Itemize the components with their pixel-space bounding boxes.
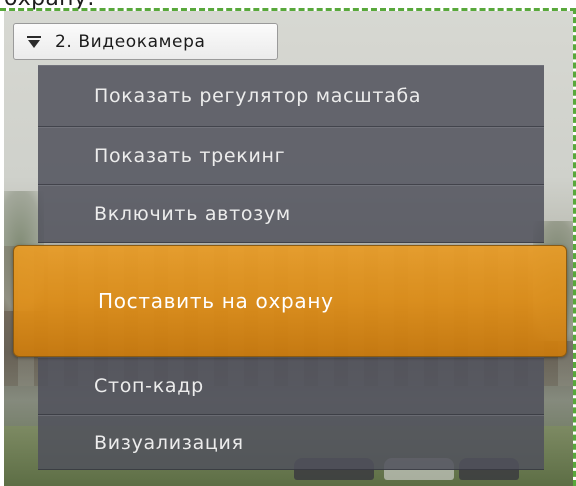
menu-item-label: Визуализация <box>94 431 244 454</box>
screenshot-stage: охрану: 2. Видеокамера Показать регулято… <box>0 0 576 486</box>
menu-item-visualization[interactable]: Визуализация <box>38 415 544 470</box>
menu-item-show-tracking[interactable]: Показать трекинг <box>38 127 544 185</box>
menu-item-freeze-frame[interactable]: Стоп-кадр <box>38 357 544 415</box>
camera-menu-button[interactable]: 2. Видеокамера <box>13 23 278 60</box>
menu-item-show-zoom-control[interactable]: Показать регулятор масштаба <box>38 65 544 127</box>
camera-context-menu: Показать регулятор масштаба Показать тре… <box>13 65 567 470</box>
menu-item-label: Поставить на охрану <box>98 289 334 313</box>
menu-item-arm[interactable]: Поставить на охрану <box>13 245 567 357</box>
camera-title: 2. Видеокамера <box>55 31 206 52</box>
menu-item-label: Стоп-кадр <box>94 375 204 397</box>
menu-item-label: Включить автозум <box>94 203 291 225</box>
triangle-down-icon <box>27 35 41 48</box>
menu-item-label: Показать трекинг <box>94 145 286 167</box>
camera-frame-border <box>0 8 576 11</box>
menu-item-enable-autozoom[interactable]: Включить автозум <box>38 185 544 243</box>
menu-item-label: Показать регулятор масштаба <box>94 85 422 107</box>
